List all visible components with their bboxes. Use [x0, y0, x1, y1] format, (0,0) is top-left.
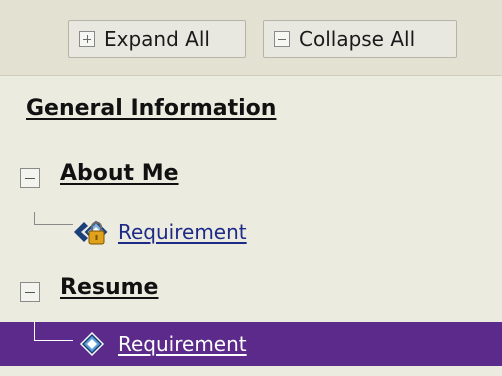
tree-item-about-me-requirement[interactable]: Requirement — [0, 212, 502, 252]
section-title-general-information[interactable]: General Information — [26, 96, 276, 121]
collapse-toggle-icon[interactable] — [20, 282, 40, 302]
toolbar: Expand All Collapse All — [0, 0, 502, 76]
child-label-requirement[interactable]: Requirement — [118, 220, 247, 244]
tree-item-resume-requirement-selected[interactable]: Requirement — [0, 322, 502, 366]
group-label-about-me[interactable]: About Me — [60, 161, 179, 186]
tree-connector — [34, 212, 73, 225]
child-label-requirement[interactable]: Requirement — [118, 332, 247, 356]
collapse-all-button[interactable]: Collapse All — [263, 20, 457, 58]
minus-icon — [274, 31, 290, 47]
group-label-resume[interactable]: Resume — [60, 275, 158, 300]
collapse-toggle-icon[interactable] — [20, 168, 40, 188]
locked-requirement-icon — [72, 216, 112, 252]
expand-all-button[interactable]: Expand All — [68, 20, 246, 58]
expand-all-label: Expand All — [104, 27, 210, 51]
tree-group-about-me: About Me — [0, 160, 502, 192]
requirement-icon — [72, 328, 112, 364]
plus-icon — [79, 31, 95, 47]
collapse-all-label: Collapse All — [299, 27, 416, 51]
tree-group-resume: Resume — [0, 274, 502, 306]
tree-connector — [34, 322, 73, 341]
